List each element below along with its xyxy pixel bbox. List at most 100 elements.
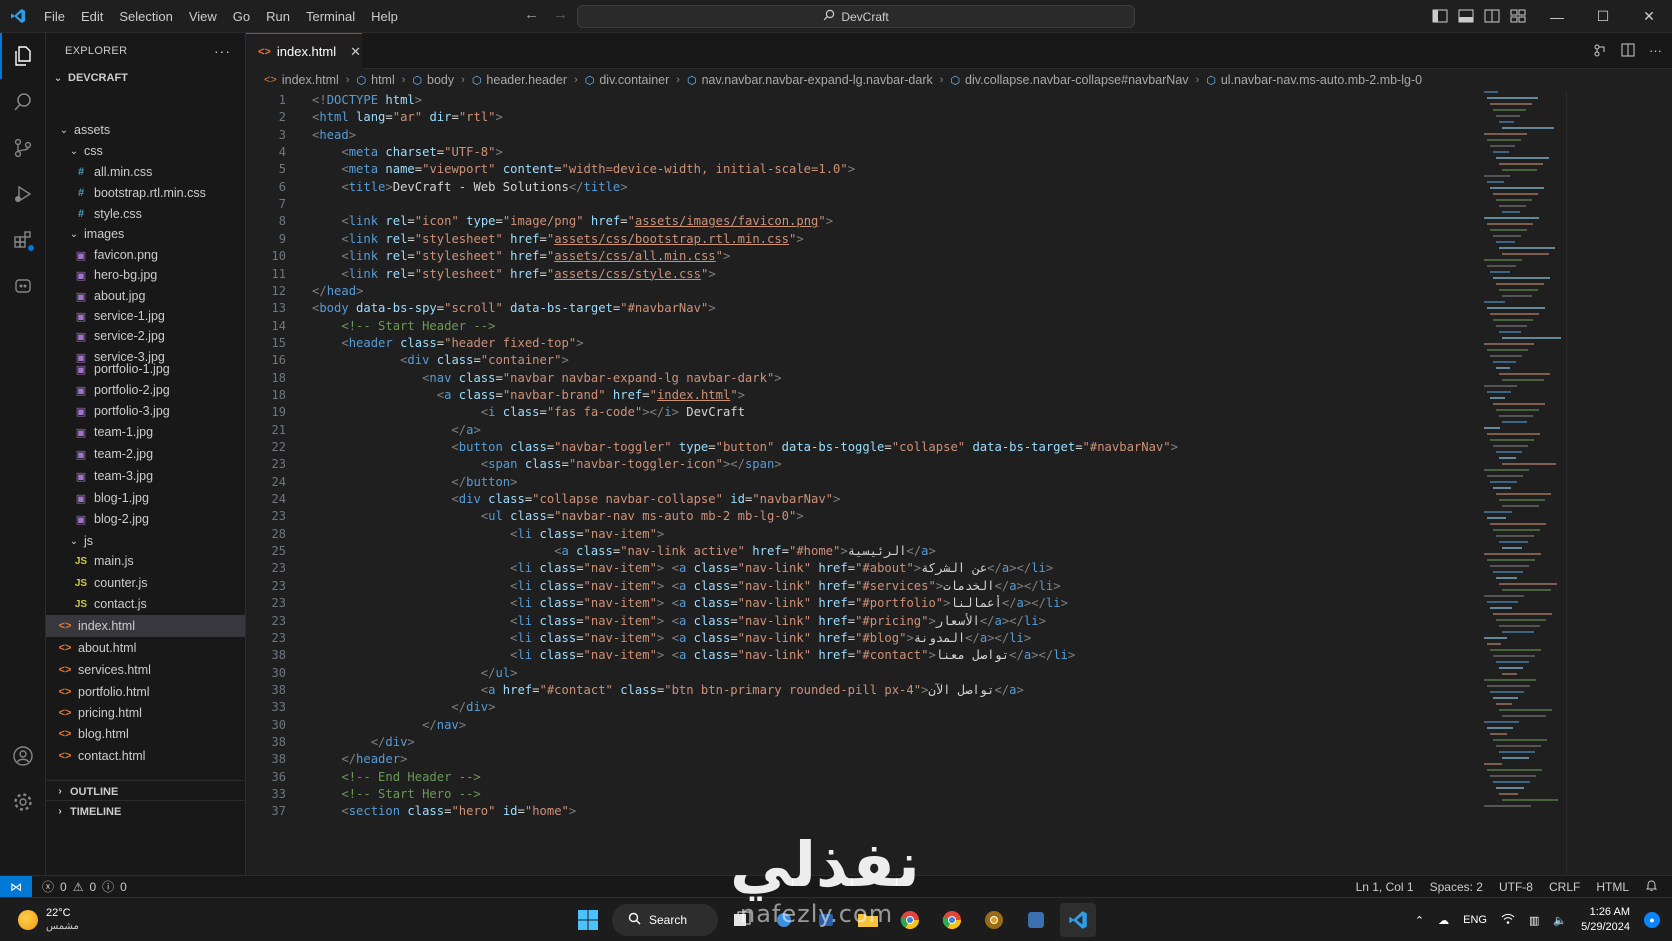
maximize-icon[interactable]: ☐	[1580, 0, 1626, 33]
code-line[interactable]: <!-- Start Header -->	[312, 317, 495, 335]
code-line[interactable]: <a class="nav-link active" href="#home">…	[312, 542, 936, 560]
code-line[interactable]: </div>	[312, 698, 495, 716]
code-line[interactable]: <!DOCTYPE html>	[312, 91, 422, 109]
code-line[interactable]: <head>	[312, 126, 356, 144]
file-portfolio-1-jpg[interactable]: ▣ portfolio-1.jpg	[46, 358, 245, 380]
code-line[interactable]: </ul>	[312, 664, 518, 682]
code-line[interactable]: </nav>	[312, 716, 466, 734]
vscode-taskbar-icon[interactable]	[1060, 903, 1096, 937]
command-center-search[interactable]: DevCraft	[577, 5, 1135, 28]
file-team-2-jpg[interactable]: ▣ team-2.jpg	[46, 443, 245, 465]
chrome-canary-icon[interactable]	[976, 903, 1012, 937]
language-mode[interactable]: HTML	[1596, 880, 1629, 894]
app-icon[interactable]	[1018, 903, 1054, 937]
manage-gear-icon[interactable]	[0, 779, 46, 825]
toggle-primary-sidebar-icon[interactable]	[1432, 8, 1448, 24]
file-bootstrap-rtl-min-css[interactable]: # bootstrap.rtl.min.css	[46, 182, 245, 204]
code-line[interactable]: <link rel="stylesheet" href="assets/css/…	[312, 230, 803, 248]
taskbar-search[interactable]: Search	[612, 904, 718, 936]
code-line[interactable]: <header class="header fixed-top">	[312, 334, 583, 352]
file-contact-js[interactable]: JS contact.js	[46, 593, 245, 615]
menu-item-edit[interactable]: Edit	[73, 0, 111, 33]
file-team-1-jpg[interactable]: ▣ team-1.jpg	[46, 421, 245, 443]
cursor-position[interactable]: Ln 1, Col 1	[1356, 880, 1414, 894]
remote-explorer-icon[interactable]	[0, 263, 46, 309]
forward-arrow-icon[interactable]: →	[553, 6, 568, 23]
menu-item-terminal[interactable]: Terminal	[298, 0, 363, 33]
chrome-icon[interactable]	[892, 903, 928, 937]
menu-item-help[interactable]: Help	[363, 0, 406, 33]
folder-images[interactable]: ⌄ images	[46, 223, 245, 245]
search-activity-icon[interactable]	[0, 79, 46, 125]
file-favicon-png[interactable]: ▣ favicon.png	[46, 244, 245, 266]
widgets-icon[interactable]	[766, 903, 802, 937]
toggle-secondary-sidebar-icon[interactable]	[1484, 8, 1500, 24]
end-of-line[interactable]: CRLF	[1549, 880, 1580, 894]
indentation[interactable]: Spaces: 2	[1430, 880, 1483, 894]
close-window-icon[interactable]: ✕	[1626, 0, 1672, 33]
code-line[interactable]: </button>	[312, 473, 517, 491]
file-explorer-icon[interactable]	[850, 903, 886, 937]
notification-center-icon[interactable]: ●	[1644, 912, 1660, 928]
code-line[interactable]: <section class="hero" id="home">	[312, 802, 576, 820]
file-service-1-jpg[interactable]: ▣ service-1.jpg	[46, 305, 245, 327]
code-editor[interactable]: 1 2 3 4 5 6 7 8 9 10 11 12 13 14 15 16 18 18 19 21 22 23 24 24 2…	[246, 91, 1672, 875]
code-line[interactable]: </div>	[312, 733, 415, 751]
file-portfolio-html[interactable]: <> portfolio.html	[46, 681, 245, 703]
folder-assets[interactable]: ⌄ assets	[46, 119, 245, 141]
explorer-icon[interactable]	[0, 33, 46, 79]
code-line[interactable]: <nav class="navbar navbar-expand-lg navb…	[312, 369, 782, 387]
code-line[interactable]: <meta name="viewport" content="width=dev…	[312, 160, 855, 178]
code-line[interactable]: </head>	[312, 282, 363, 300]
wifi-icon[interactable]	[1501, 913, 1515, 928]
open-changes-icon[interactable]	[1593, 43, 1607, 60]
menu-item-view[interactable]: View	[181, 0, 225, 33]
split-editor-icon[interactable]	[1621, 43, 1635, 60]
task-view-icon[interactable]	[724, 903, 760, 937]
code-line[interactable]: </a>	[312, 421, 480, 439]
code-line[interactable]: <li class="nav-item"> <a class="nav-link…	[312, 629, 1031, 647]
tab-index-html[interactable]: <> index.html ✕	[246, 33, 362, 69]
file-all-min-css[interactable]: # all.min.css	[46, 161, 245, 183]
clock[interactable]: 1:26 AM 5/29/2024	[1581, 905, 1630, 935]
code-line[interactable]: <li class="nav-item">	[312, 525, 664, 543]
extensions-icon[interactable]	[0, 217, 46, 263]
more-actions-icon[interactable]: ···	[214, 43, 231, 59]
folder-css[interactable]: ⌄ css	[46, 140, 245, 162]
minimap[interactable]	[1480, 91, 1564, 811]
toggle-panel-icon[interactable]	[1458, 8, 1474, 24]
code-line[interactable]: <html lang="ar" dir="rtl">	[312, 108, 503, 126]
code-line[interactable]: <li class="nav-item"> <a class="nav-link…	[312, 594, 1068, 612]
onedrive-icon[interactable]: ☁	[1438, 914, 1449, 927]
code-line[interactable]: <!-- Start Hero -->	[312, 785, 480, 803]
volume-icon[interactable]: 🔈	[1553, 914, 1567, 927]
file-pricing-html[interactable]: <> pricing.html	[46, 702, 245, 724]
accounts-icon[interactable]	[0, 733, 46, 779]
source-control-icon[interactable]	[0, 125, 46, 171]
file-portfolio-3-jpg[interactable]: ▣ portfolio-3.jpg	[46, 400, 245, 422]
minimize-icon[interactable]: —	[1534, 0, 1580, 33]
file-main-js[interactable]: JS main.js	[46, 550, 245, 572]
code-line[interactable]: <a class="navbar-brand" href="index.html…	[312, 386, 745, 404]
code-line[interactable]: <div class="container">	[312, 351, 569, 369]
chevron-up-icon[interactable]: ⌃	[1415, 914, 1424, 927]
code-line[interactable]: <button class="navbar-toggler" type="but…	[312, 438, 1178, 456]
file-portfolio-2-jpg[interactable]: ▣ portfolio-2.jpg	[46, 379, 245, 401]
file-counter-js[interactable]: JS counter.js	[46, 572, 245, 594]
run-debug-icon[interactable]	[0, 171, 46, 217]
file-encoding[interactable]: UTF-8	[1499, 880, 1533, 894]
code-line[interactable]: <body data-bs-spy="scroll" data-bs-targe…	[312, 299, 716, 317]
code-line[interactable]: <li class="nav-item"> <a class="nav-link…	[312, 577, 1060, 595]
file-about-jpg[interactable]: ▣ about.jpg	[46, 285, 245, 307]
customize-layout-icon[interactable]	[1510, 8, 1526, 24]
code-line[interactable]: <link rel="stylesheet" href="assets/css/…	[312, 265, 715, 283]
code-line[interactable]: <a href="#contact" class="btn btn-primar…	[312, 681, 1024, 699]
code-line[interactable]: <li class="nav-item"> <a class="nav-link…	[312, 612, 1046, 630]
file-about-html[interactable]: <> about.html	[46, 637, 245, 659]
breadcrumb-item[interactable]: ⬡ div.collapse.navbar-collapse#navbarNav	[950, 73, 1188, 87]
file-services-html[interactable]: <> services.html	[46, 659, 245, 681]
back-arrow-icon[interactable]: ←	[524, 6, 539, 23]
code-line[interactable]: <title>DevCraft - Web Solutions</title>	[312, 178, 627, 196]
input-language[interactable]: ENG	[1463, 914, 1487, 926]
network-icon[interactable]: ▥	[1529, 914, 1539, 927]
